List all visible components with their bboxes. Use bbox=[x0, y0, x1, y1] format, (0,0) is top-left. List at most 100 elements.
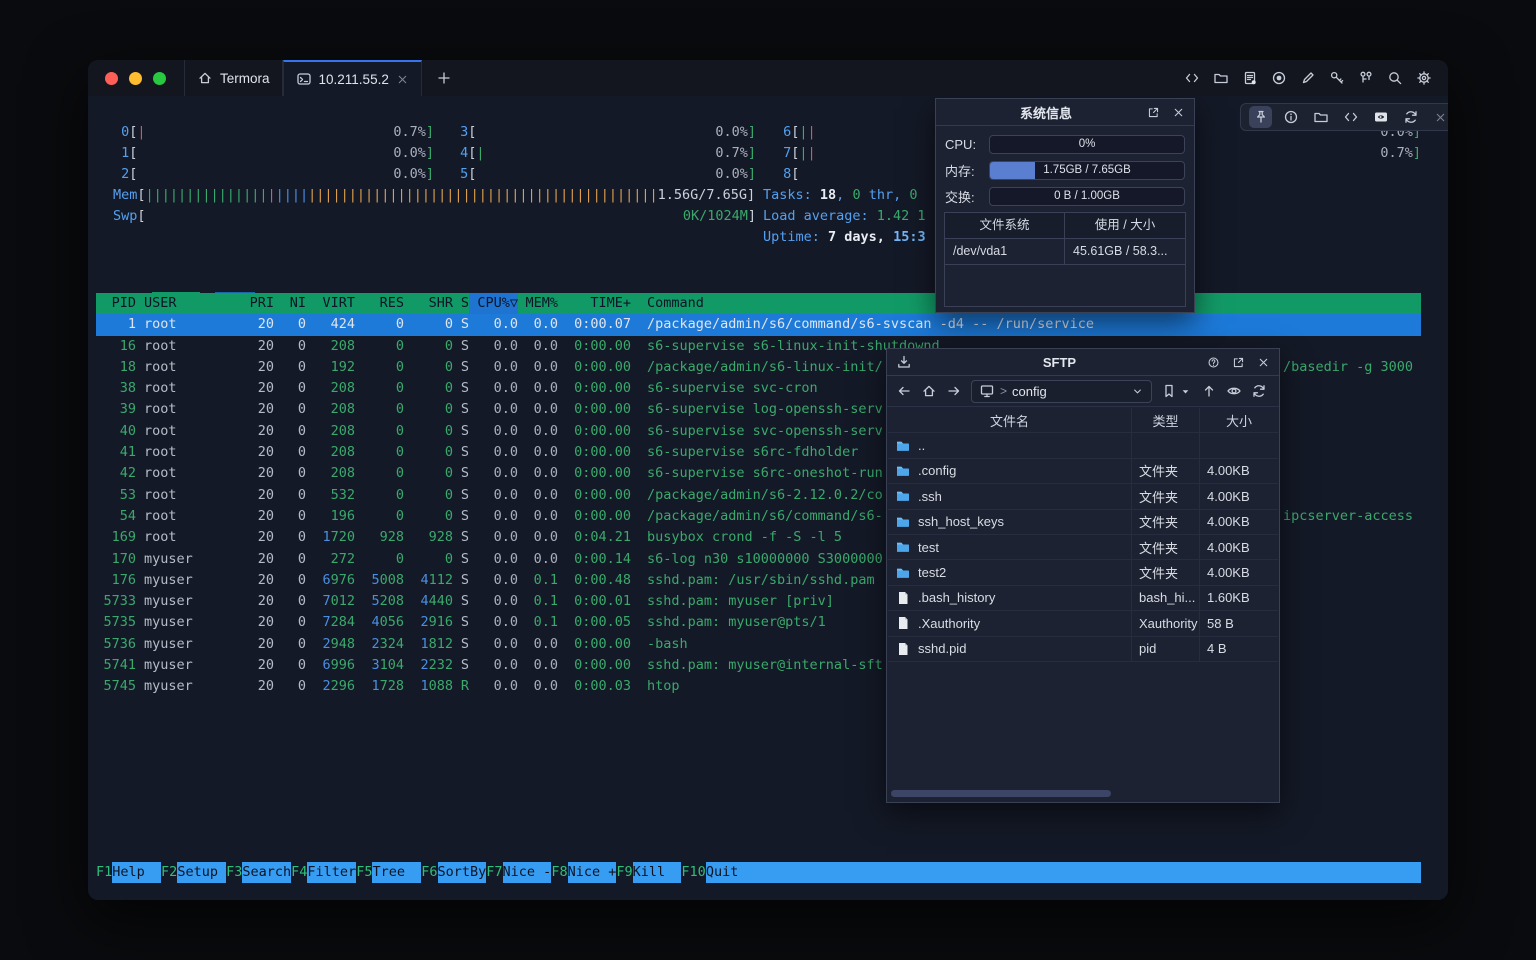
file-name: ssh_host_keys bbox=[918, 514, 1004, 529]
info-icon[interactable] bbox=[1279, 106, 1302, 128]
sysinfo-cpu-bar: 0% bbox=[989, 135, 1185, 154]
col-type[interactable]: 类型 bbox=[1132, 408, 1200, 432]
fkey-f8[interactable]: F8 bbox=[551, 862, 567, 883]
file-row[interactable]: ssh_host_keys 文件夹 4.00KB bbox=[888, 510, 1278, 535]
sysinfo-memory-value: 1.75GB / 7.65GB bbox=[990, 162, 1184, 179]
open-in-window-icon[interactable] bbox=[1232, 356, 1245, 369]
file-type: 文件夹 bbox=[1132, 510, 1200, 534]
fkey-f5-label[interactable]: Tree bbox=[372, 862, 421, 883]
help-icon[interactable] bbox=[1207, 356, 1220, 369]
file-row[interactable]: sshd.pid pid 4 B bbox=[888, 637, 1278, 662]
close-icon[interactable] bbox=[1172, 106, 1185, 119]
fkey-f4-label[interactable]: Filter bbox=[307, 862, 356, 883]
close-icon[interactable] bbox=[1429, 106, 1448, 128]
session-log-icon[interactable] bbox=[1242, 70, 1258, 86]
fkey-f1-label[interactable]: Help bbox=[112, 862, 161, 883]
search-icon[interactable] bbox=[1387, 70, 1403, 86]
fkey-f7[interactable]: F7 bbox=[486, 862, 502, 883]
cpu-meter-0: 0[|0.7%] bbox=[113, 122, 434, 143]
gear-icon[interactable] bbox=[1416, 70, 1432, 86]
fkey-f8-label[interactable]: Nice + bbox=[568, 862, 617, 883]
file-row[interactable]: test2 文件夹 4.00KB bbox=[888, 560, 1278, 585]
cpu-meter-4: 4[|0.7%] bbox=[452, 143, 756, 164]
filesystem-row[interactable]: /dev/vda1 45.61GB / 58.3... bbox=[945, 239, 1185, 265]
refresh-icon[interactable] bbox=[1399, 106, 1422, 128]
back-icon[interactable] bbox=[896, 383, 912, 399]
show-hidden-icon[interactable] bbox=[1226, 383, 1242, 399]
sysinfo-memory-row: 内存:1.75GB / 7.65GB bbox=[936, 157, 1194, 183]
file-icon bbox=[895, 590, 911, 606]
tab-termora[interactable]: Termora bbox=[184, 60, 283, 96]
sysinfo-cpu-value: 0% bbox=[990, 136, 1184, 153]
file-row[interactable]: .. bbox=[888, 433, 1278, 458]
file-size: 1.60KB bbox=[1200, 586, 1278, 610]
file-size: 4.00KB bbox=[1200, 510, 1278, 534]
file-row[interactable]: test 文件夹 4.00KB bbox=[888, 535, 1278, 560]
nvidia-icon[interactable] bbox=[1369, 106, 1392, 128]
fkey-f3-label[interactable]: Search bbox=[242, 862, 291, 883]
download-icon[interactable] bbox=[896, 354, 912, 370]
zoom-window-button[interactable] bbox=[153, 72, 166, 85]
fkey-f10-label[interactable]: Quit bbox=[706, 862, 1421, 883]
sysinfo-cpu-row: CPU:0% bbox=[936, 131, 1194, 157]
home-icon[interactable] bbox=[921, 383, 937, 399]
close-window-button[interactable] bbox=[105, 72, 118, 85]
tab-close-icon[interactable] bbox=[396, 73, 409, 86]
file-row[interactable]: .ssh 文件夹 4.00KB bbox=[888, 484, 1278, 509]
file-icon bbox=[895, 615, 911, 631]
file-row[interactable]: .config 文件夹 4.00KB bbox=[888, 459, 1278, 484]
fkey-f7-label[interactable]: Nice - bbox=[503, 862, 552, 883]
fkey-f5[interactable]: F5 bbox=[356, 862, 372, 883]
process-row[interactable]: 1root20042400S0.00.00:00.07/package/admi… bbox=[96, 314, 1421, 335]
col-size[interactable]: 大小 bbox=[1200, 408, 1278, 432]
keychain-icon[interactable] bbox=[1358, 70, 1374, 86]
fkey-f6-label[interactable]: SortBy bbox=[438, 862, 487, 883]
tab-session[interactable]: 10.211.55.2 bbox=[283, 60, 422, 96]
code-icon[interactable] bbox=[1184, 70, 1200, 86]
record-icon[interactable] bbox=[1271, 70, 1287, 86]
fkey-f10[interactable]: F10 bbox=[681, 862, 705, 883]
file-type bbox=[1132, 433, 1200, 457]
file-size: 4.00KB bbox=[1200, 459, 1278, 483]
minimize-window-button[interactable] bbox=[129, 72, 142, 85]
refresh-icon[interactable] bbox=[1251, 383, 1267, 399]
new-tab-button[interactable] bbox=[422, 60, 466, 96]
fkey-f4[interactable]: F4 bbox=[291, 862, 307, 883]
sysinfo-memory-label: 内存: bbox=[945, 161, 989, 180]
home-icon bbox=[197, 70, 213, 86]
sftp-horizontal-scrollbar[interactable] bbox=[891, 790, 1111, 797]
file-name: .. bbox=[918, 438, 925, 453]
file-row[interactable]: .bash_history bash_hi... 1.60KB bbox=[888, 586, 1278, 611]
close-icon[interactable] bbox=[1257, 356, 1270, 369]
code-icon[interactable] bbox=[1339, 106, 1362, 128]
fkey-f3[interactable]: F3 bbox=[226, 862, 242, 883]
system-info-title: 系统信息 bbox=[945, 103, 1147, 122]
folder-icon[interactable] bbox=[1213, 70, 1229, 86]
path-breadcrumb[interactable]: > config bbox=[971, 380, 1152, 403]
pin-icon[interactable] bbox=[1249, 106, 1272, 128]
upload-icon[interactable] bbox=[1201, 383, 1217, 399]
current-folder: config bbox=[1012, 384, 1047, 399]
file-row[interactable]: .Xauthority Xauthority 58 B bbox=[888, 611, 1278, 636]
chevron-down-icon[interactable] bbox=[1131, 385, 1144, 398]
folder-icon bbox=[895, 438, 911, 454]
fkey-f9[interactable]: F9 bbox=[616, 862, 632, 883]
key-icon[interactable] bbox=[1329, 70, 1345, 86]
col-filename[interactable]: 文件名 bbox=[888, 408, 1132, 432]
folder-icon[interactable] bbox=[1309, 106, 1332, 128]
command-overflow-text: ipcserver-access bbox=[1283, 506, 1413, 527]
fkey-f1[interactable]: F1 bbox=[96, 862, 112, 883]
fkey-f6[interactable]: F6 bbox=[421, 862, 437, 883]
sftp-table-header: 文件名 类型 大小 bbox=[888, 408, 1278, 433]
fkey-f2[interactable]: F2 bbox=[161, 862, 177, 883]
bookmark-button[interactable] bbox=[1161, 383, 1192, 399]
folder-icon bbox=[895, 514, 911, 530]
edit-icon[interactable] bbox=[1300, 70, 1316, 86]
fkey-f9-label[interactable]: Kill bbox=[633, 862, 682, 883]
open-in-window-icon[interactable] bbox=[1147, 106, 1160, 119]
sftp-toolbar: > config bbox=[887, 376, 1279, 407]
forward-icon[interactable] bbox=[946, 383, 962, 399]
sftp-panel: SFTP > config bbox=[886, 348, 1280, 803]
cpu-meter-5: 5[0.0%] bbox=[452, 164, 756, 185]
fkey-f2-label[interactable]: Setup bbox=[177, 862, 226, 883]
